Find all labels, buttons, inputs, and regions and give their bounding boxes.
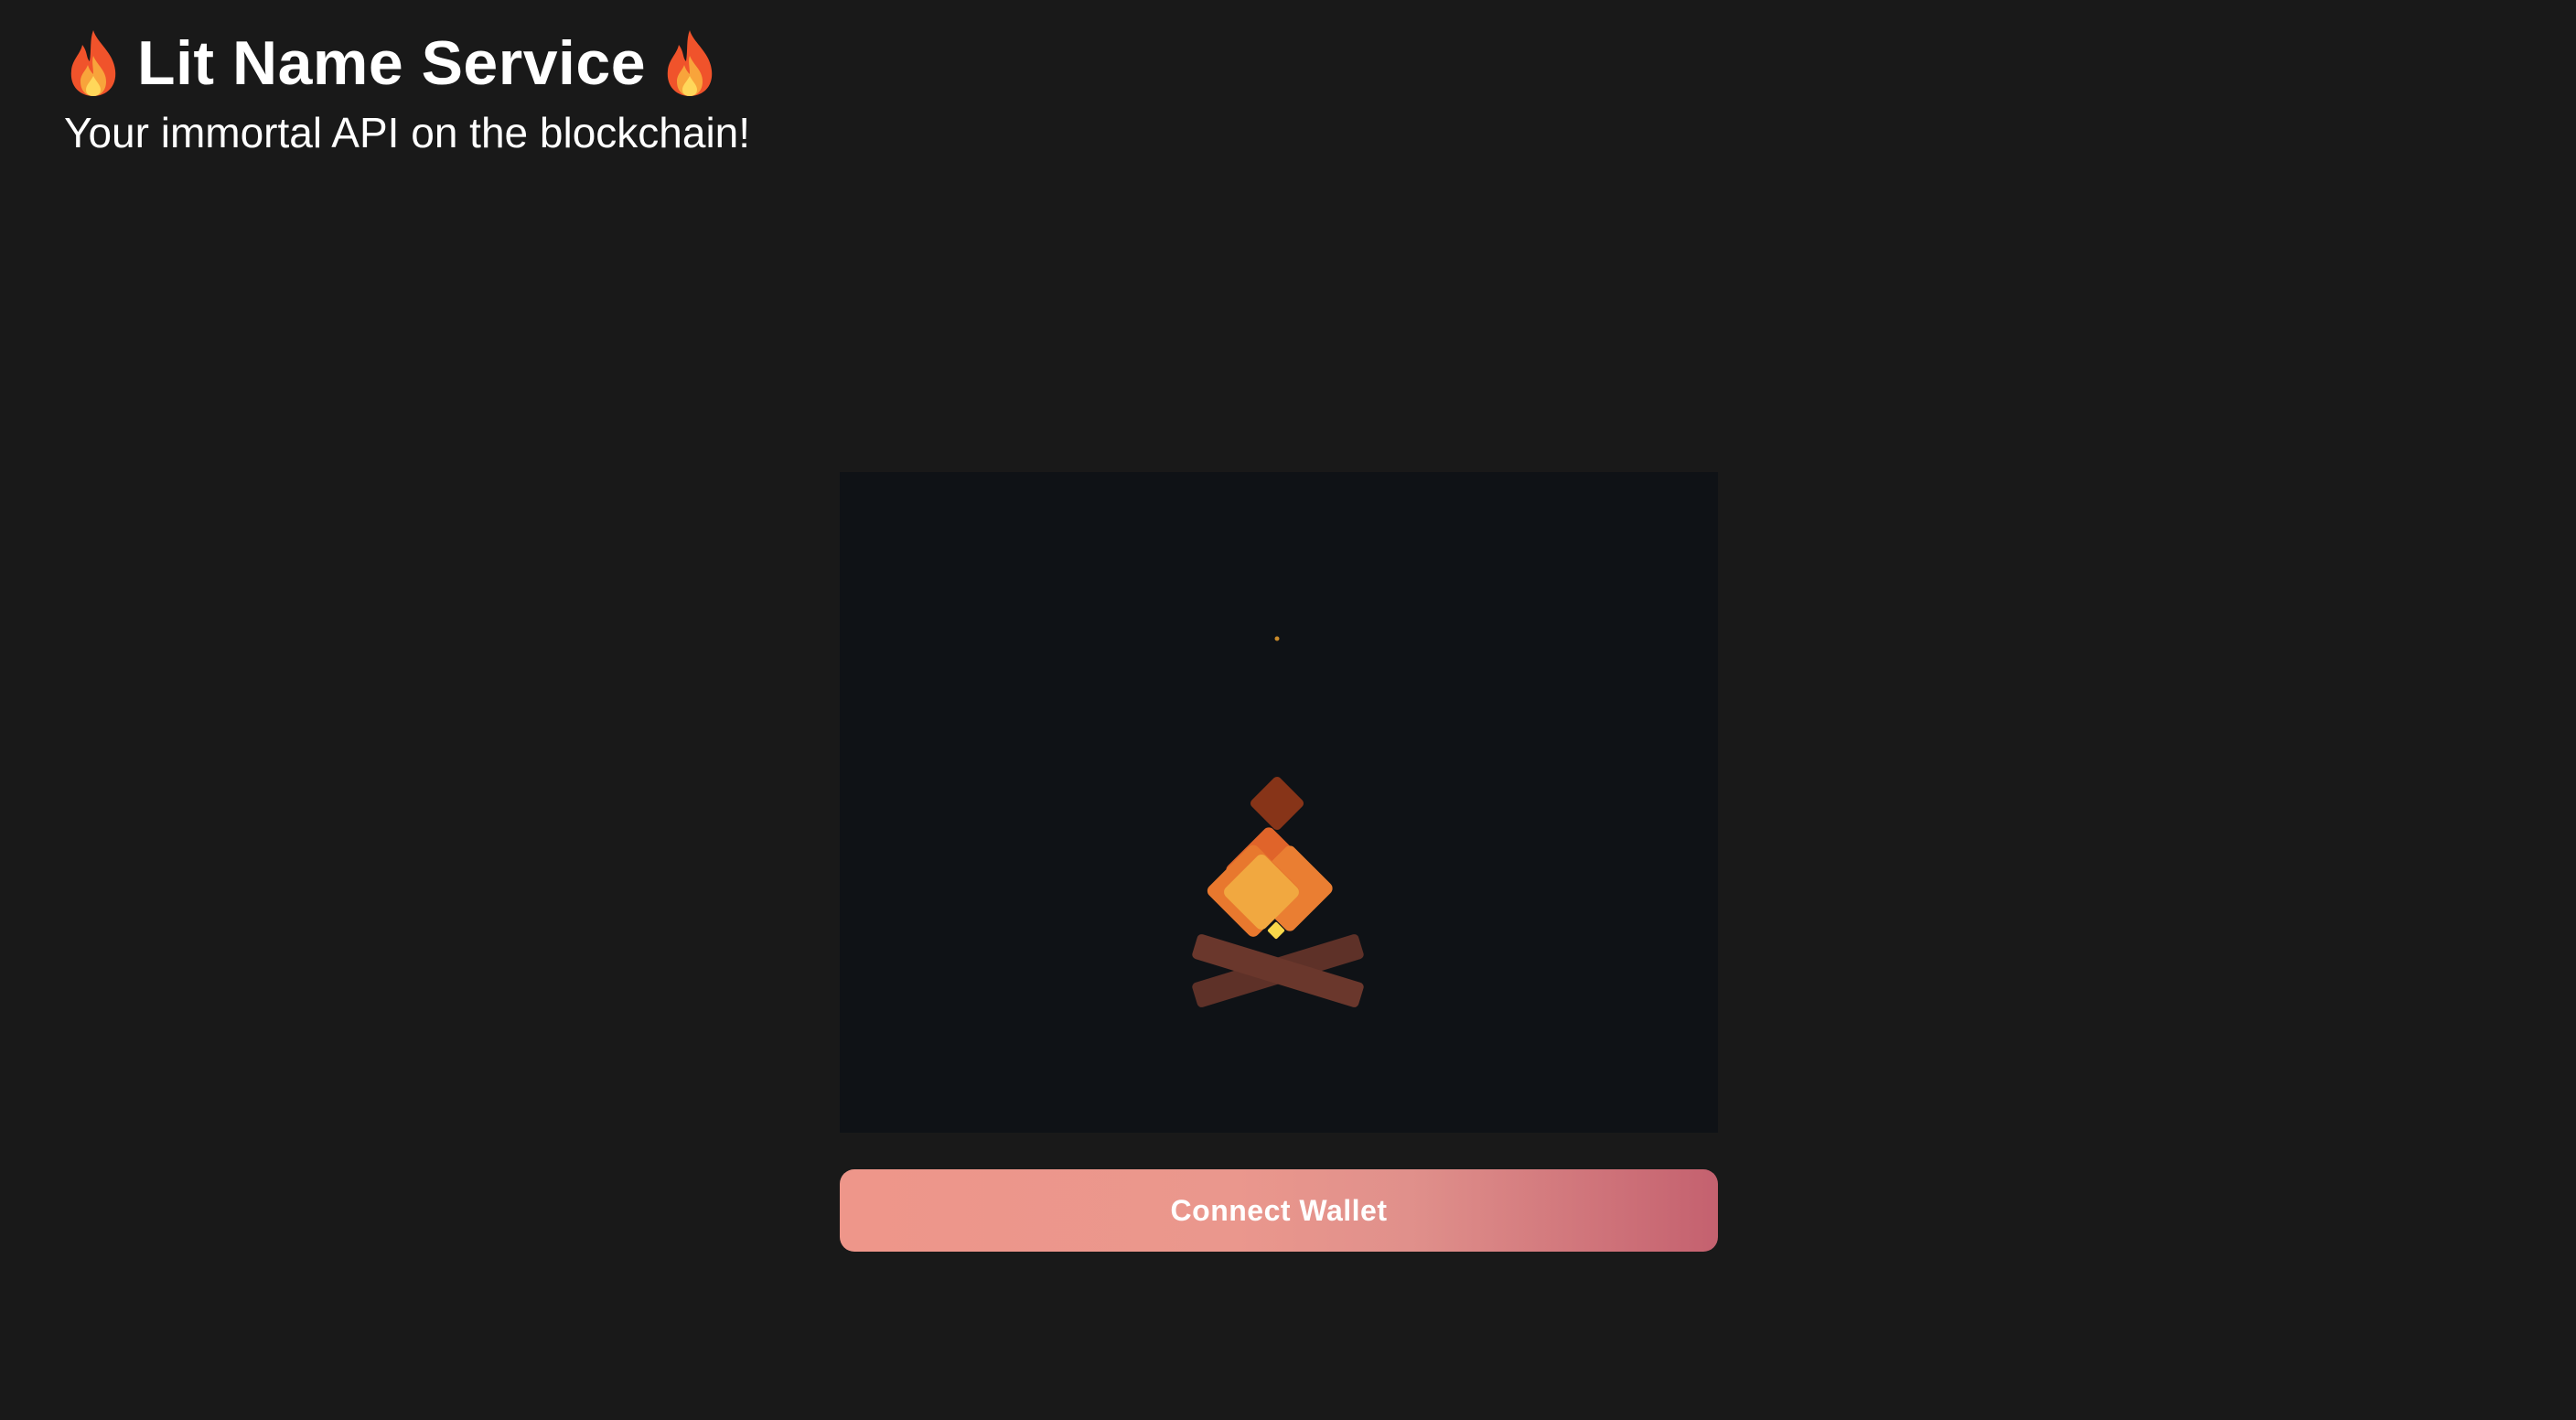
ember — [1250, 776, 1304, 831]
fire-icon — [667, 30, 713, 96]
page-subtitle: Your immortal API on the blockchain! — [64, 109, 751, 156]
campfire-icon — [1192, 636, 1364, 1007]
connect-wallet-button[interactable]: Connect Wallet — [840, 1169, 1718, 1252]
fire-icon — [70, 30, 116, 96]
campfire-illustration — [840, 472, 1718, 1133]
spark — [1274, 636, 1280, 641]
page-title: Lit Name Service — [64, 22, 750, 104]
app-name: Lit Name Service — [137, 28, 647, 98]
app-header: Lit Name Service Your immortal API on th… — [64, 22, 750, 159]
main-content: Connect Wallet — [840, 472, 1718, 1252]
